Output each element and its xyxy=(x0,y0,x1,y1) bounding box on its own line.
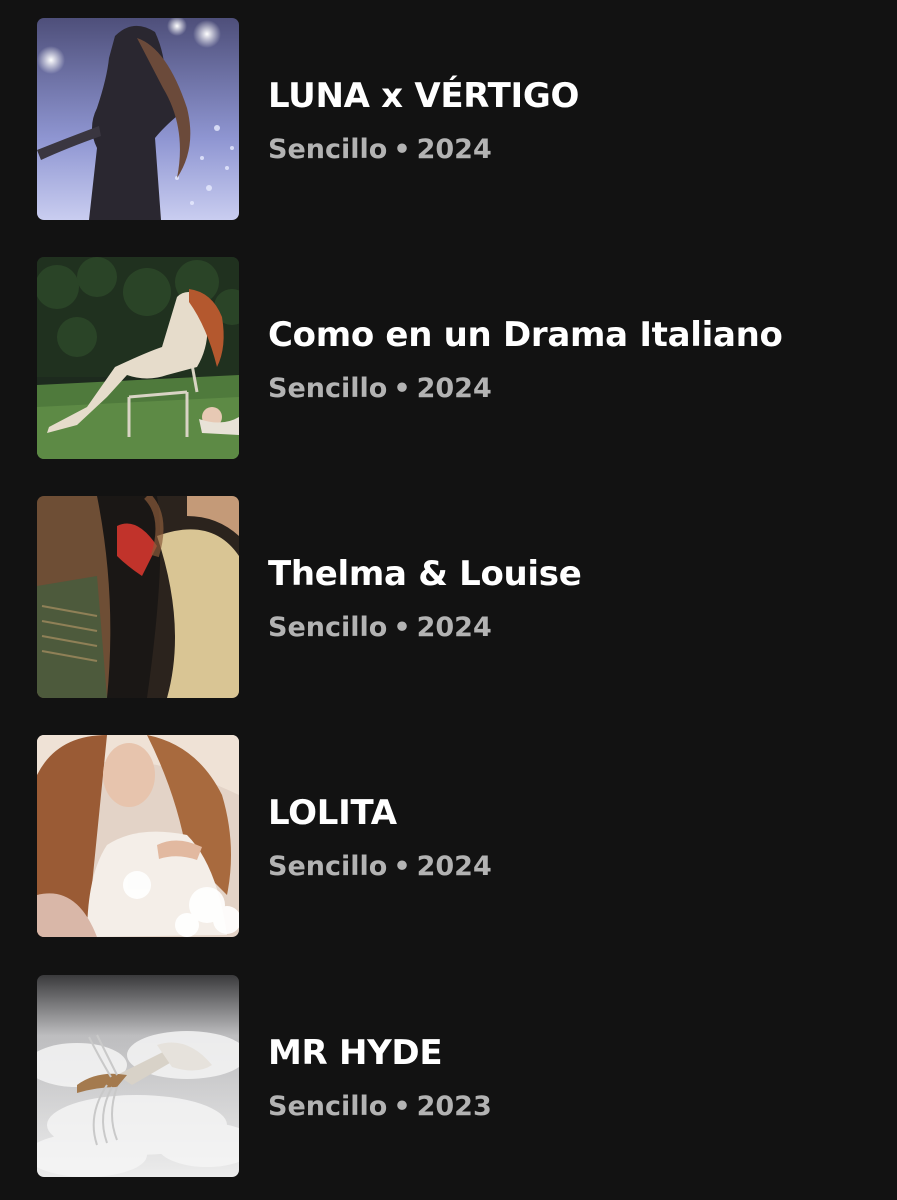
portrait-feathers-cover-art xyxy=(37,735,239,937)
album-cover[interactable] xyxy=(37,18,239,220)
release-row[interactable]: LOLITA Sencillo • 2024 xyxy=(0,735,897,937)
separator-dot: • xyxy=(393,612,411,643)
concert-stage-cover-art xyxy=(37,18,239,220)
release-meta: Sencillo • 2024 xyxy=(268,134,492,165)
angel-clouds-cover-art xyxy=(37,975,239,1177)
release-list: LUNA x VÉRTIGO Sencillo • 2024 Como en u… xyxy=(0,0,897,1200)
release-meta: Sencillo • 2024 xyxy=(268,373,492,404)
release-title: MR HYDE xyxy=(268,1033,443,1073)
separator-dot: • xyxy=(393,134,411,165)
album-cover[interactable] xyxy=(37,257,239,459)
album-cover[interactable] xyxy=(37,735,239,937)
release-title: Thelma & Louise xyxy=(268,554,582,594)
release-title: Como en un Drama Italiano xyxy=(268,315,783,355)
album-cover[interactable] xyxy=(37,496,239,698)
release-type: Sencillo xyxy=(268,1091,388,1122)
release-year: 2024 xyxy=(416,373,492,404)
release-type: Sencillo xyxy=(268,612,388,643)
release-year: 2024 xyxy=(416,134,492,165)
release-type: Sencillo xyxy=(268,373,388,404)
separator-dot: • xyxy=(393,851,411,882)
release-row[interactable]: LUNA x VÉRTIGO Sencillo • 2024 xyxy=(0,18,897,220)
release-row[interactable]: MR HYDE Sencillo • 2023 xyxy=(0,975,897,1177)
release-title: LUNA x VÉRTIGO xyxy=(268,76,580,116)
separator-dot: • xyxy=(393,373,411,404)
garden-chair-cover-art xyxy=(37,257,239,459)
release-meta: Sencillo • 2024 xyxy=(268,851,492,882)
release-title: LOLITA xyxy=(268,793,397,833)
release-row[interactable]: Como en un Drama Italiano Sencillo • 2024 xyxy=(0,257,897,459)
blurred-hair-cover-art xyxy=(37,496,239,698)
album-cover[interactable] xyxy=(37,975,239,1177)
release-type: Sencillo xyxy=(268,134,388,165)
release-meta: Sencillo • 2023 xyxy=(268,1091,492,1122)
release-row[interactable]: Thelma & Louise Sencillo • 2024 xyxy=(0,496,897,698)
release-meta: Sencillo • 2024 xyxy=(268,612,492,643)
separator-dot: • xyxy=(393,1091,411,1122)
release-year: 2023 xyxy=(416,1091,492,1122)
release-year: 2024 xyxy=(416,851,492,882)
release-type: Sencillo xyxy=(268,851,388,882)
release-year: 2024 xyxy=(416,612,492,643)
